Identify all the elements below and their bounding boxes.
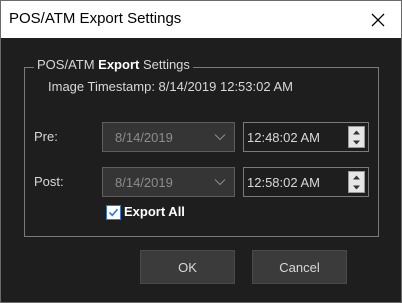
post-time-spinner[interactable] [348, 171, 365, 193]
pre-label: Pre: [34, 129, 58, 144]
image-timestamp: Image Timestamp: 8/14/2019 12:53:02 AM [48, 79, 293, 94]
spin-down-icon [353, 185, 360, 189]
dialog-window: POS/ATM Export Settings POS/ATM Export S… [0, 0, 402, 303]
spin-up-button[interactable] [349, 172, 364, 182]
ok-button[interactable]: OK [140, 250, 235, 284]
close-button[interactable] [355, 1, 401, 38]
pre-date-value: 8/14/2019 [115, 130, 173, 145]
post-time-input[interactable]: 12:58:02 AM [243, 167, 369, 197]
pre-time-spinner[interactable] [348, 126, 365, 148]
export-all-checkbox[interactable] [106, 205, 121, 220]
spin-down-button[interactable] [349, 182, 364, 192]
chevron-down-icon[interactable] [214, 176, 226, 188]
close-icon [371, 13, 385, 26]
chevron-down-icon[interactable] [214, 131, 226, 143]
dialog-content: POS/ATM Export Settings Image Timestamp:… [1, 38, 401, 302]
spin-up-button[interactable] [349, 127, 364, 137]
spin-down-button[interactable] [349, 137, 364, 147]
cancel-button[interactable]: Cancel [252, 250, 347, 284]
pre-date-picker[interactable]: 8/14/2019 [102, 122, 235, 152]
post-time-value: 12:58:02 AM [247, 175, 320, 190]
legend-suffix: Settings [139, 57, 190, 72]
post-label: Post: [34, 174, 64, 189]
spin-up-icon [353, 175, 360, 179]
pre-time-input[interactable]: 12:48:02 AM [243, 122, 369, 152]
legend-prefix: POS/ATM [37, 57, 99, 72]
window-title: POS/ATM Export Settings [9, 10, 182, 27]
export-all-label[interactable]: Export All [124, 204, 185, 219]
spin-up-icon [353, 130, 360, 134]
checkmark-icon [108, 208, 119, 217]
post-date-value: 8/14/2019 [115, 175, 173, 190]
title-bar[interactable]: POS/ATM Export Settings [1, 1, 401, 38]
post-date-picker[interactable]: 8/14/2019 [102, 167, 235, 197]
spin-down-icon [353, 140, 360, 144]
group-legend: POS/ATM Export Settings [34, 57, 193, 72]
legend-bold: Export [98, 57, 140, 72]
pre-time-value: 12:48:02 AM [247, 130, 320, 145]
